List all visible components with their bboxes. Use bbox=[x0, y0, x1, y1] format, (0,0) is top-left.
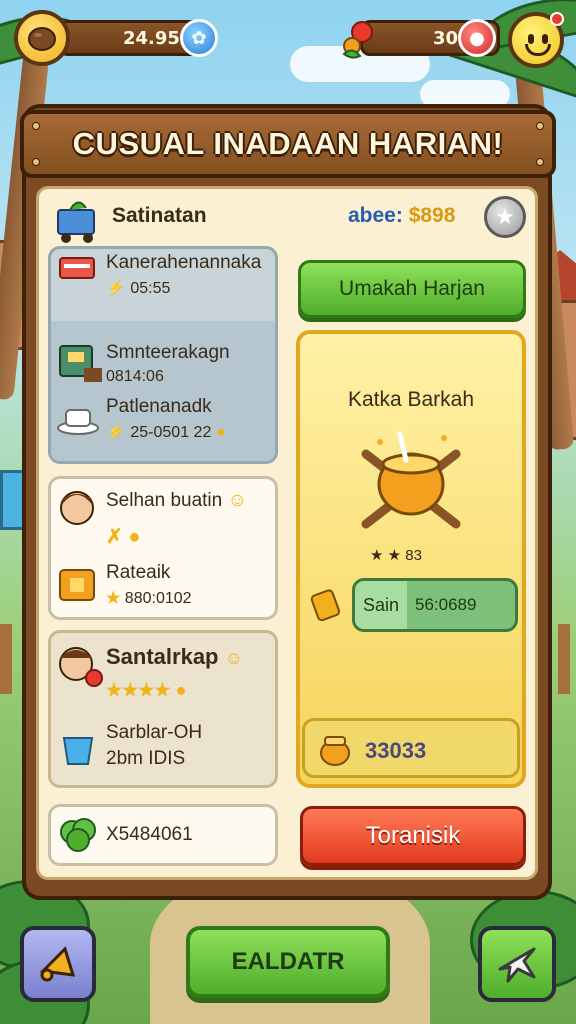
title-board: CUSUAL INADAAN HARIAN! bbox=[20, 110, 556, 178]
treasure-pot-icon bbox=[361, 431, 461, 529]
item-rating: ★★★★ ● bbox=[106, 680, 187, 700]
panel-title: CUSUAL INADAAN HARIAN! bbox=[72, 126, 504, 161]
item-name: Patlenanadk bbox=[106, 396, 212, 417]
item-price: X5484061 bbox=[106, 824, 193, 845]
daily-task-button[interactable]: Umakah Harjan bbox=[298, 260, 526, 318]
balance-label: abee: bbox=[348, 204, 403, 227]
shop-cart-icon bbox=[57, 201, 95, 243]
balance-value: $898 bbox=[408, 204, 456, 227]
lettuce-icon bbox=[60, 818, 96, 852]
item-name: Sarblar-OH bbox=[106, 722, 203, 743]
top-hud: 24.950 ✿ 30 ● bbox=[0, 8, 576, 68]
item-name: Rateaik bbox=[106, 562, 171, 583]
timer-value: 56:0689 bbox=[415, 595, 477, 614]
offer-timer: Sain 56:0689 bbox=[352, 578, 518, 632]
cake-plate-icon bbox=[57, 409, 99, 435]
red-berry-icon[interactable]: ● bbox=[458, 19, 496, 57]
main-action-button[interactable]: EALDATR bbox=[186, 926, 390, 998]
item-price: ★ 880:0102 bbox=[106, 590, 192, 607]
fruit-icon bbox=[342, 21, 373, 59]
item-name: Kanerahenannaka bbox=[106, 252, 262, 273]
featured-title: Katka Barkah bbox=[347, 388, 475, 411]
crate-icon bbox=[59, 345, 102, 382]
item-price: 2bm IDIS bbox=[106, 748, 186, 769]
timer-label: Sain bbox=[363, 595, 400, 615]
featured-price: 33033 bbox=[302, 718, 520, 778]
smiley-face-icon[interactable] bbox=[508, 12, 564, 68]
item-price: ✗ ● bbox=[106, 526, 141, 548]
heart-count: 30 bbox=[433, 27, 459, 49]
chef-portrait-icon bbox=[59, 647, 103, 687]
toolbox-icon bbox=[59, 257, 95, 279]
item-name: Selhan buatin ☺ bbox=[106, 490, 247, 511]
airplane-icon bbox=[498, 947, 536, 983]
megaphone-button[interactable] bbox=[20, 926, 96, 1002]
buy-button[interactable]: Toranisik bbox=[300, 806, 526, 866]
item-price: ⚡ 25-0501 22 ● bbox=[106, 424, 226, 441]
travel-button[interactable] bbox=[478, 926, 556, 1002]
featured-price-value: 33033 bbox=[365, 738, 427, 763]
bucket-icon bbox=[62, 737, 94, 765]
shop-title: Satinatan bbox=[112, 204, 207, 227]
item-price: ⚡ 05:55 bbox=[106, 280, 171, 297]
item-name: Smnteerakagn bbox=[106, 342, 230, 363]
character-portrait-icon bbox=[60, 491, 94, 525]
megaphone-icon bbox=[39, 946, 76, 982]
balance: abee: $898 bbox=[348, 204, 455, 228]
hammer-icon bbox=[310, 589, 341, 622]
honey-pot-icon bbox=[320, 736, 350, 766]
featured-rating: ★ ★ 83 bbox=[370, 547, 422, 564]
item-name: Santalrkap ☺ bbox=[106, 644, 244, 669]
bag-icon bbox=[59, 569, 95, 601]
item-price: 0814:06 bbox=[106, 368, 164, 385]
blue-gem-icon[interactable]: ✿ bbox=[180, 19, 218, 57]
coconut-icon[interactable] bbox=[14, 10, 70, 66]
notification-badge bbox=[550, 12, 564, 26]
favorite-star-button[interactable]: ★ bbox=[484, 196, 526, 238]
